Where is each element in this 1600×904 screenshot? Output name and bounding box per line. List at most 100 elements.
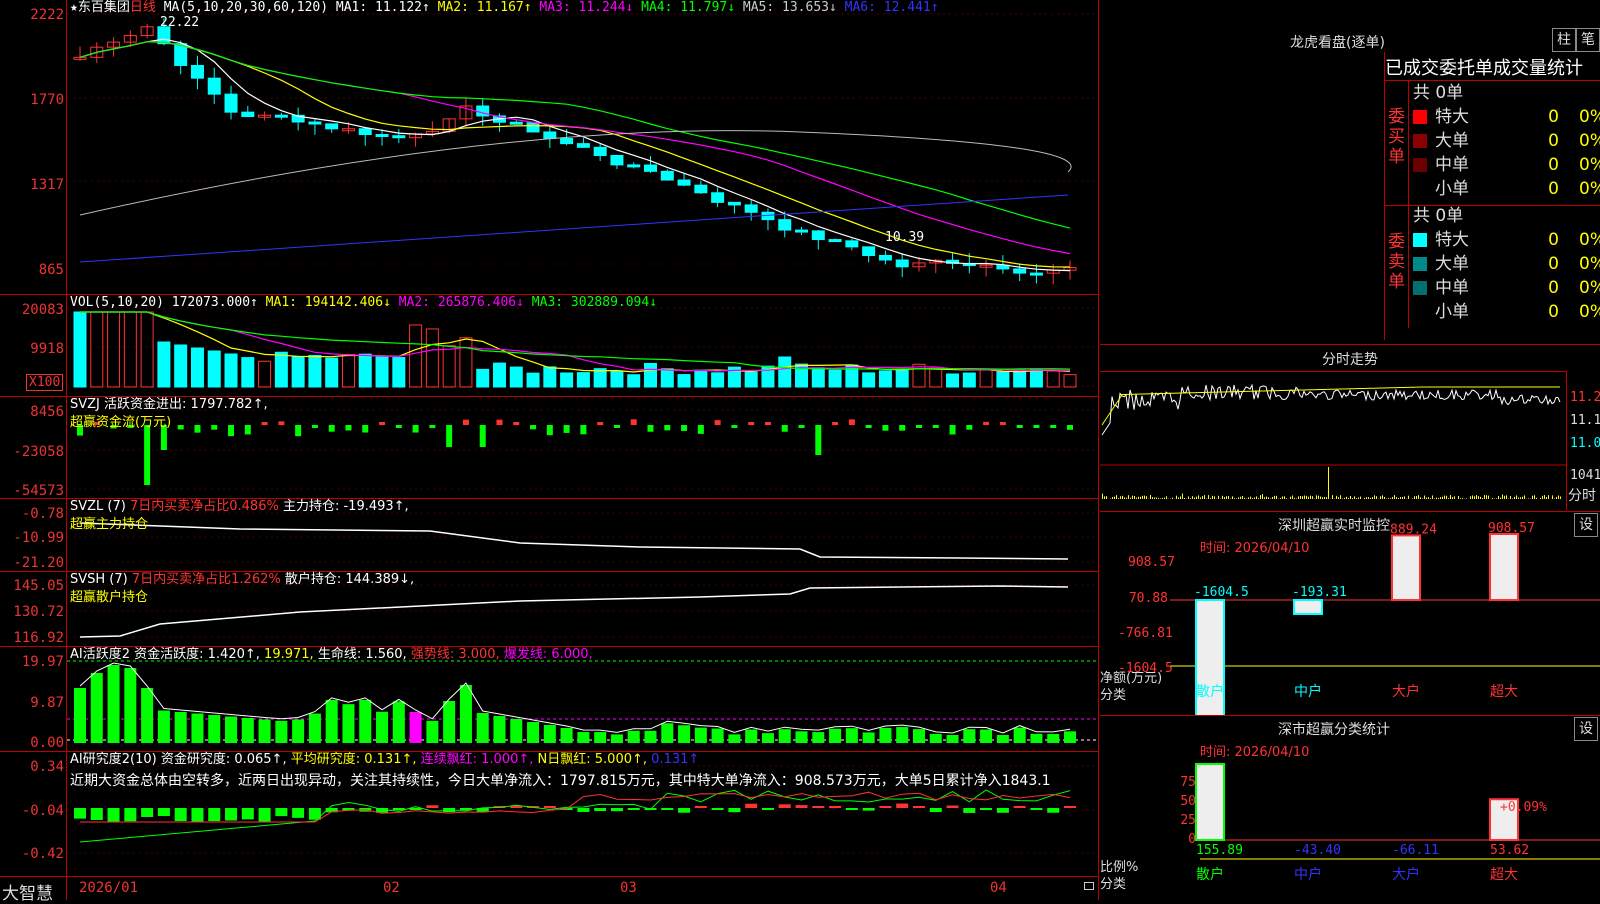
intraday-vol-75 <box>1252 498 1253 499</box>
svzj-bar-10 <box>245 425 251 434</box>
intraday-vol-91 <box>1284 496 1285 499</box>
tick-view-button[interactable]: 笔 <box>1576 28 1600 52</box>
volume-panel[interactable]: VOL(5,10,20) 172073.000↑ MA1: 194142.406… <box>0 295 1098 397</box>
intraday-chart[interactable] <box>1100 345 1600 511</box>
vol-bar-6 <box>175 345 187 387</box>
sz-monitor-chart[interactable]: -1604.5散户-193.31中户889.24大户908.57超大 <box>1100 512 1600 715</box>
svzj-desc: 活跃资金进出: 1797.782↑, <box>104 397 268 412</box>
szm-bar-2 <box>1392 535 1420 600</box>
bar-view-button[interactable]: 柱 <box>1552 28 1576 52</box>
sell-pct-1: 0% <box>1579 228 1600 252</box>
vol-bar-0 <box>74 312 86 387</box>
intraday-vol-48 <box>1198 495 1199 499</box>
period-label[interactable]: 日线 <box>130 0 156 15</box>
intraday-vol-97 <box>1296 498 1297 499</box>
ma1-value: MA1: 11.122↑ <box>336 0 430 15</box>
sell-total: 共 0单 <box>1409 204 1600 228</box>
kline-chart[interactable] <box>0 0 1098 294</box>
ai-activity-panel[interactable]: AI活跃度2 资金活跃度: 1.420↑, 19.971, 生命线: 1.560… <box>0 647 1098 752</box>
intraday-vol-118 <box>1338 497 1339 499</box>
svzj-bar-29 <box>564 425 570 433</box>
intraday-vol-25 <box>1152 497 1153 499</box>
volume-chart[interactable] <box>0 295 1098 396</box>
intraday-vol-49 <box>1200 497 1201 499</box>
intraday-vol-35 <box>1172 498 1173 499</box>
svzj-panel[interactable]: SVZJ 活跃资金进出: 1797.782↑, 超赢资金流(万元) 8456 -… <box>0 397 1098 499</box>
intraday-vol-10 <box>1122 496 1123 499</box>
ai1-bar-0 <box>74 688 86 743</box>
intraday-vol-187 <box>1476 495 1477 499</box>
intraday-vol-99 <box>1300 496 1301 499</box>
ai1-bar-10 <box>242 718 254 743</box>
intraday-vol-50 <box>1202 496 1203 499</box>
intraday-vol-18 <box>1138 497 1139 499</box>
ai-research-panel[interactable]: AI研究度2(10) 资金研究度: 0.065↑, 平均研究度: 0.131↑,… <box>0 752 1098 875</box>
intraday-vol-13 <box>1128 495 1129 499</box>
candle-body-9 <box>225 94 237 112</box>
x-label-1: 2026/01 <box>79 880 138 896</box>
ai2-bar-52 <box>947 806 959 808</box>
intraday-vol-125 <box>1352 498 1353 499</box>
longhu-panel[interactable]: 龙虎看盘(逐单) 柱 笔 已成交委托单成交量统计 委买单 共 0单 特大00% … <box>1100 0 1600 345</box>
svsh-panel[interactable]: SVSH (7) 7日内买卖净占比1.262% 散户持仓: 144.389↓, … <box>0 572 1098 647</box>
svzj-bar-18 <box>379 422 385 425</box>
stock-name[interactable]: 东百集团 <box>78 0 130 15</box>
intraday-vol-102 <box>1306 496 1307 499</box>
ai1-bar-33 <box>628 731 640 743</box>
sell-label: 委卖单 <box>1385 204 1409 328</box>
intraday-panel[interactable]: 分时走势 11.23 11.16 11.09 10418 分时 <box>1100 345 1600 512</box>
ai2-bar-12 <box>275 808 287 816</box>
ai1-bar-11 <box>259 720 271 744</box>
intraday-vol-163 <box>1428 497 1429 499</box>
kline-header: ★东百集团日线 MA(5,10,20,30,60,120) MA1: 11.12… <box>70 0 939 15</box>
buy-color-2 <box>1413 134 1427 148</box>
ai1-bar-35 <box>661 723 673 743</box>
svzj-bar-23 <box>463 420 469 425</box>
ai1-bar-19 <box>393 701 405 743</box>
svzj-bar-9 <box>228 425 234 436</box>
intraday-vol-216 <box>1534 495 1535 499</box>
intraday-vol-133 <box>1368 497 1369 499</box>
vol-bar-26 <box>510 367 522 387</box>
sz-class-panel[interactable]: 深市超赢分类统计 设 时间: 2026/04/10 155.89散户-43.40… <box>1100 716 1600 900</box>
intraday-vol-19 <box>1140 497 1141 499</box>
intraday-vol-229 <box>1560 496 1561 499</box>
szm-bar-3 <box>1490 534 1518 600</box>
ai2-bar-39 <box>728 808 740 812</box>
candle-body-7 <box>191 65 203 78</box>
ai2-bar-38 <box>712 808 724 810</box>
sz-monitor-panel[interactable]: 深圳超赢实时监控 设 时间: 2026/04/10 -1604.5散户-193.… <box>1100 512 1600 716</box>
intraday-vol-213 <box>1528 498 1529 499</box>
ai1-bar-31 <box>594 732 606 743</box>
candle-body-26 <box>510 122 522 124</box>
kline-panel[interactable]: ★东百集团日线 MA(5,10,20,30,60,120) MA1: 11.12… <box>0 0 1098 295</box>
ma4-line <box>80 42 1070 228</box>
szc-cat-2: 大户 <box>1392 866 1420 883</box>
intraday-vol-173 <box>1448 498 1449 499</box>
ai1-bar-57 <box>1030 734 1042 743</box>
intraday-tab[interactable]: 分时 <box>1568 485 1596 505</box>
ai2-bar-14 <box>309 808 321 820</box>
ai1-ylabel-2: 9.87 <box>2 696 64 710</box>
ai2-bar-5 <box>158 808 170 816</box>
buy-color-3 <box>1413 158 1427 172</box>
intraday-price-line <box>1102 385 1560 435</box>
svzj-bar-25 <box>496 420 502 425</box>
szm-bar-label-1: -193.31 <box>1292 585 1347 600</box>
ai1-bar-41 <box>762 733 774 743</box>
svsh-desc2: 散户持仓: 144.389↓, <box>285 572 414 587</box>
vol-ylabel-2: 9918 <box>2 342 64 356</box>
vol-value: 172073.000↑ <box>172 295 258 310</box>
ai-activity-chart[interactable] <box>0 647 1098 751</box>
vol-ma3: MA3: 302889.094↓ <box>532 295 657 310</box>
candle-body-36 <box>678 180 690 185</box>
intraday-vol-191 <box>1484 495 1485 499</box>
svzl-panel[interactable]: SVZL (7) 7日内买卖净占比0.486% 主力持仓: -19.493↑, … <box>0 499 1098 572</box>
ai2-bar-21 <box>426 805 438 808</box>
intraday-vol-124 <box>1350 496 1351 499</box>
ai1-bar-50 <box>913 729 925 743</box>
ai1-bar-9 <box>225 717 237 744</box>
candle-body-43 <box>796 230 808 232</box>
svzl-header: SVZL (7) 7日内买卖净占比0.486% 主力持仓: -19.493↑, <box>70 499 409 514</box>
lock-icon[interactable] <box>1084 882 1094 890</box>
